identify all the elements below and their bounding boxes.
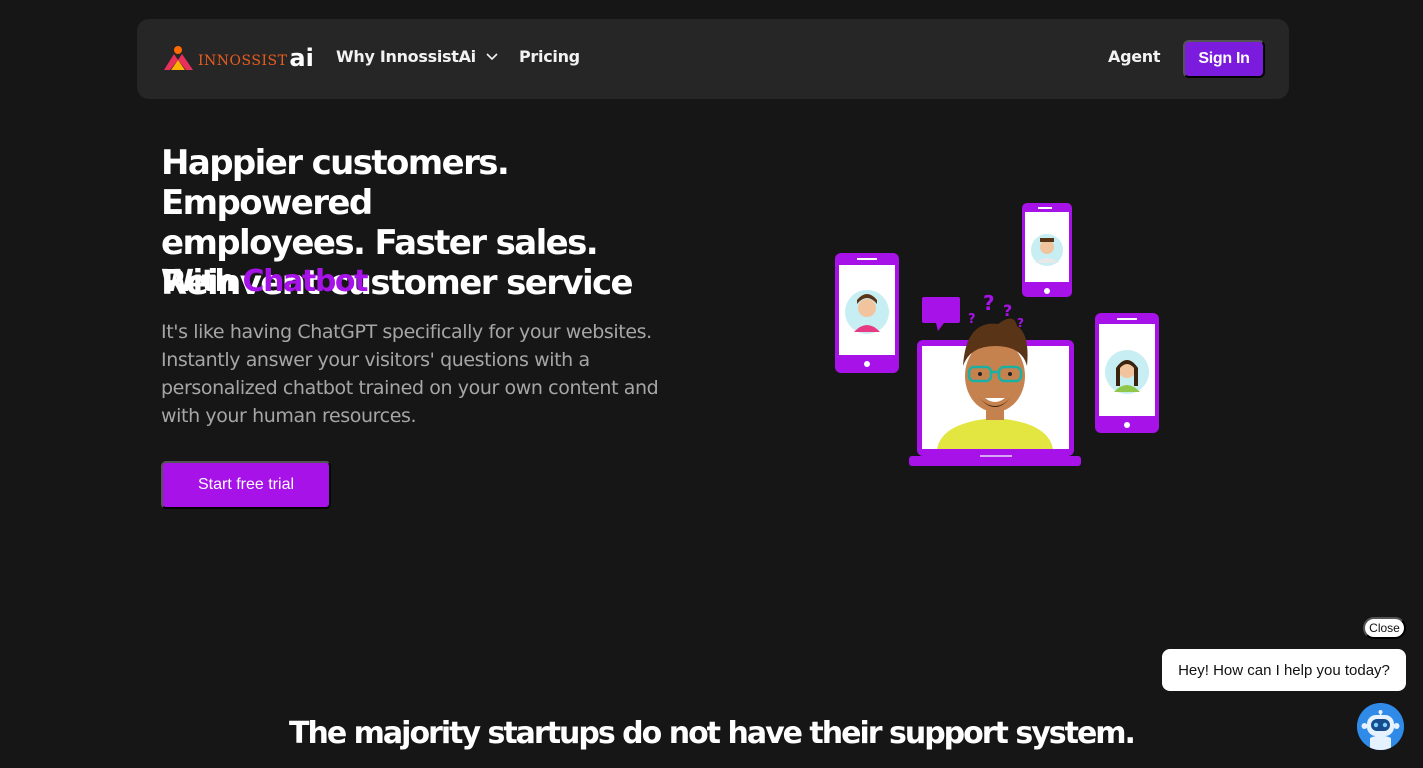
hero-title-line-2: employees. Faster sales.	[161, 223, 599, 263]
chevron-down-icon	[486, 52, 498, 60]
logo-wordmark: INNOSSIST	[198, 53, 288, 69]
hero-illustration: ? ? ? ?	[835, 203, 1159, 466]
hero-with-label: With	[161, 264, 236, 299]
chat-close-button[interactable]: Close	[1363, 617, 1406, 639]
phone-top-illustration	[1022, 203, 1072, 297]
logo-mark-icon	[164, 46, 193, 70]
chatbot-launcher-button[interactable]	[1357, 703, 1404, 750]
hero-subtitle: It's like having ChatGPT specifically fo…	[161, 321, 659, 427]
svg-text:?: ?	[1003, 301, 1012, 320]
hero-with-line: With Chatbot	[161, 264, 368, 299]
phone-right-illustration	[1095, 313, 1159, 433]
robot-icon	[1357, 703, 1404, 750]
laptop-illustration	[909, 318, 1081, 466]
phone-left-illustration	[835, 253, 899, 373]
nav-why-innossist-dropdown[interactable]: Why InnossistAi	[336, 47, 498, 66]
chat-greeting-bubble[interactable]: Hey! How can I help you today?	[1162, 649, 1406, 691]
hero-title-line-1: Happier customers. Empowered	[161, 143, 510, 223]
sign-in-button[interactable]: Sign In	[1183, 40, 1265, 78]
section-heading: The majority startups do not have their …	[289, 716, 1136, 751]
top-navbar: INNOSSIST ai Why InnossistAi Pricing Age…	[137, 19, 1289, 99]
start-free-trial-button[interactable]: Start free trial	[161, 461, 331, 509]
svg-text:?: ?	[968, 312, 976, 327]
svg-text:?: ?	[983, 291, 995, 315]
brand-logo[interactable]: INNOSSIST ai	[162, 44, 314, 72]
logo-ai-text: ai	[289, 44, 314, 72]
nav-agent-link[interactable]: Agent	[1108, 47, 1161, 66]
nav-why-label: Why InnossistAi	[336, 47, 476, 66]
nav-pricing-link[interactable]: Pricing	[519, 47, 580, 66]
hero-chatbot-highlight: Chatbot	[242, 264, 368, 299]
